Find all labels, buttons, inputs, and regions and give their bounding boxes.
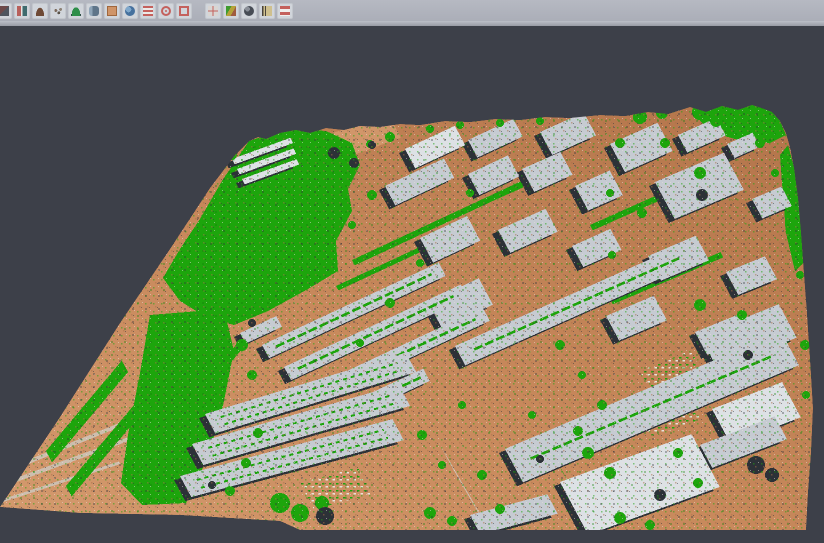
terrain-model-icon	[35, 6, 45, 16]
toolbar-button-classification-colors[interactable]	[223, 3, 239, 19]
toolbar-button-profile-tool[interactable]	[86, 3, 102, 19]
classification-colors-icon	[226, 6, 236, 16]
viewport-3d[interactable]	[0, 26, 824, 517]
toolbar-button-vegetation-class[interactable]	[68, 3, 84, 19]
app-window: { "window": { "background": "#3d4049" },…	[0, 0, 824, 517]
vegetation-class-icon	[71, 6, 81, 16]
open-file-icon	[0, 6, 9, 16]
class-table-icon	[280, 6, 290, 16]
toolbar-separator	[0, 21, 824, 26]
toolbar-button-zoom-extent[interactable]	[176, 3, 192, 19]
toolbar-button-annotations[interactable]	[259, 3, 275, 19]
merge-classes-icon	[17, 6, 27, 16]
pick-target-icon	[161, 6, 171, 16]
toolbar-button-pick-target[interactable]	[158, 3, 174, 19]
layer-list-icon	[143, 6, 153, 16]
globe-view-icon	[125, 6, 135, 16]
zoom-extent-icon	[179, 6, 189, 16]
annotations-icon	[262, 6, 272, 16]
toolbar-button-layer-list[interactable]	[140, 3, 156, 19]
toolbar-button-grid-markers[interactable]	[205, 3, 221, 19]
toolbar-button-render-sphere[interactable]	[241, 3, 257, 19]
toolbar	[0, 0, 824, 21]
toolbar-button-terrain-model[interactable]	[32, 3, 48, 19]
point-cloud-icon	[53, 6, 63, 16]
toolbar-button-open-file[interactable]	[0, 3, 12, 19]
point-cloud-scene	[0, 26, 824, 543]
profile-tool-icon	[89, 6, 99, 16]
toolbar-button-orthophoto[interactable]	[104, 3, 120, 19]
grid-markers-icon	[208, 6, 218, 16]
toolbar-button-class-table[interactable]	[277, 3, 293, 19]
toolbar-button-merge-classes[interactable]	[14, 3, 30, 19]
toolbar-button-globe-view[interactable]	[122, 3, 138, 19]
render-sphere-icon	[244, 6, 254, 16]
orthophoto-icon	[107, 6, 117, 16]
toolbar-button-point-cloud[interactable]	[50, 3, 66, 19]
